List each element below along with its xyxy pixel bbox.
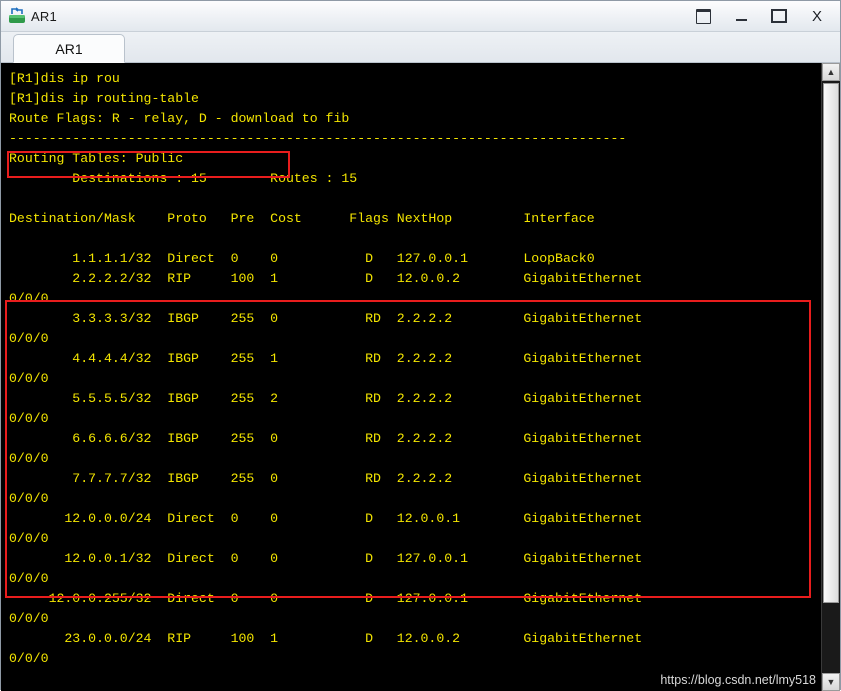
terminal-line: ----------------------------------------… xyxy=(9,129,822,149)
terminal-line: 12.0.0.0/24 Direct 0 0 D 12.0.0.1 Gigabi… xyxy=(9,509,822,529)
router-icon xyxy=(8,7,26,25)
terminal-line xyxy=(9,189,822,209)
scrollbar-thumb[interactable] xyxy=(823,83,839,603)
terminal-line: 0/0/0 xyxy=(9,289,822,309)
terminal-line: 6.6.6.6/32 IBGP 255 0 RD 2.2.2.2 Gigabit… xyxy=(9,429,822,449)
terminal-line: 0/0/0 xyxy=(9,369,822,389)
ar1-console-window: AR1 X AR1 [R1]dis ip rou[R1]dis ip routi… xyxy=(0,0,841,690)
terminal-line: 0/0/0 xyxy=(9,649,822,669)
terminal-line: 0/0/0 xyxy=(9,409,822,429)
window-controls: X xyxy=(684,1,836,31)
terminal-line: 0/0/0 xyxy=(9,489,822,509)
terminal-line: 1.1.1.1/32 Direct 0 0 D 127.0.0.1 LoopBa… xyxy=(9,249,822,269)
terminal-line: 5.5.5.5/32 IBGP 255 2 RD 2.2.2.2 Gigabit… xyxy=(9,389,822,409)
watermark-text: https://blog.csdn.net/lmy518 xyxy=(658,673,818,687)
terminal-line: Routing Tables: Public xyxy=(9,149,822,169)
window-title: AR1 xyxy=(31,9,57,24)
terminal-line: 4.4.4.4/32 IBGP 255 1 RD 2.2.2.2 Gigabit… xyxy=(9,349,822,369)
tab-ar1[interactable]: AR1 xyxy=(13,34,125,63)
terminal-line: 3.3.3.3/32 IBGP 255 0 RD 2.2.2.2 Gigabit… xyxy=(9,309,822,329)
restore-window-button[interactable] xyxy=(684,3,722,29)
terminal-line: Destination/Mask Proto Pre Cost Flags Ne… xyxy=(9,209,822,229)
terminal-line: [R1]dis ip rou xyxy=(9,69,822,89)
minimize-icon xyxy=(736,12,747,21)
title-bar: AR1 X xyxy=(1,1,840,32)
terminal-line xyxy=(9,229,822,249)
terminal-line: 2.2.2.2/32 RIP 100 1 D 12.0.0.2 GigabitE… xyxy=(9,269,822,289)
terminal-area: [R1]dis ip rou[R1]dis ip routing-tableRo… xyxy=(1,63,840,691)
terminal-scrollbar[interactable]: ▲ ▼ xyxy=(821,63,840,691)
scroll-down-arrow-icon[interactable]: ▼ xyxy=(822,673,840,691)
terminal-line: [R1]dis ip routing-table xyxy=(9,89,822,109)
terminal-line: Destinations : 15 Routes : 15 xyxy=(9,169,822,189)
close-window-button[interactable]: X xyxy=(798,3,836,29)
tab-strip: AR1 xyxy=(1,32,840,63)
maximize-window-button[interactable] xyxy=(760,3,798,29)
minimize-window-button[interactable] xyxy=(722,3,760,29)
terminal-line: Route Flags: R - relay, D - download to … xyxy=(9,109,822,129)
close-icon: X xyxy=(812,9,822,24)
terminal-line: 0/0/0 xyxy=(9,569,822,589)
terminal-line: 23.0.0.0/24 RIP 100 1 D 12.0.0.2 Gigabit… xyxy=(9,629,822,649)
scroll-up-arrow-icon[interactable]: ▲ xyxy=(822,63,840,81)
terminal-line: 12.0.0.1/32 Direct 0 0 D 127.0.0.1 Gigab… xyxy=(9,549,822,569)
maximize-icon xyxy=(771,9,787,23)
terminal-line: 0/0/0 xyxy=(9,449,822,469)
tab-ar1-label: AR1 xyxy=(55,41,82,57)
terminal-output[interactable]: [R1]dis ip rou[R1]dis ip routing-tableRo… xyxy=(1,63,822,691)
restore-icon xyxy=(696,9,711,24)
terminal-line: 7.7.7.7/32 IBGP 255 0 RD 2.2.2.2 Gigabit… xyxy=(9,469,822,489)
terminal-line: 0/0/0 xyxy=(9,329,822,349)
terminal-line: 12.0.0.255/32 Direct 0 0 D 127.0.0.1 Gig… xyxy=(9,589,822,609)
terminal-line: 0/0/0 xyxy=(9,529,822,549)
terminal-line: 0/0/0 xyxy=(9,609,822,629)
